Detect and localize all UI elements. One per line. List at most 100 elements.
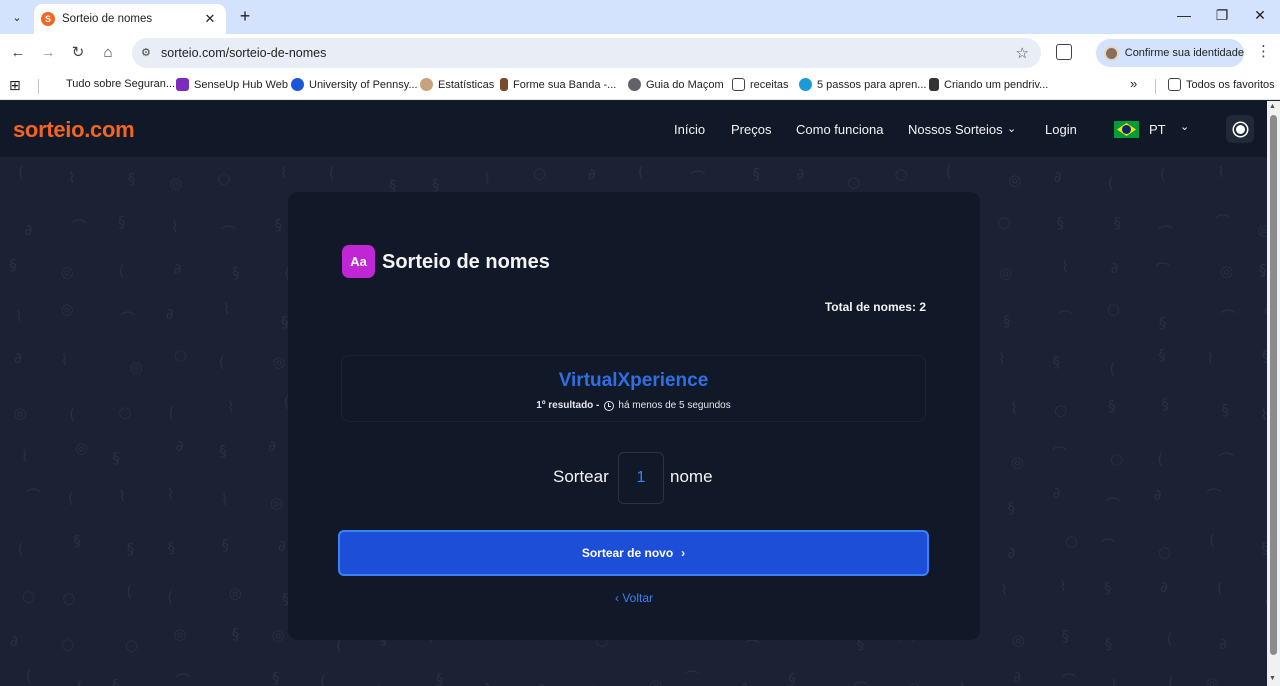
scroll-down-icon[interactable]: ▼	[1269, 675, 1276, 682]
pattern-glyph: §	[126, 539, 135, 558]
forward-icon[interactable]: →	[38, 43, 58, 63]
browser-menu-icon[interactable]: ⋮	[1256, 42, 1271, 60]
pattern-glyph: ⌇	[280, 163, 288, 182]
pattern-glyph: ○	[1064, 531, 1078, 550]
bookmark-item[interactable]: SenseUp Hub Web	[176, 78, 288, 91]
chevron-right-icon: ›	[681, 546, 686, 560]
scrollbar-thumb[interactable]	[1270, 115, 1277, 655]
site-logo[interactable]: sorteio.com	[13, 117, 135, 143]
scroll-up-icon[interactable]: ▲	[1269, 103, 1276, 110]
tab-search-button[interactable]: ⌄	[6, 6, 28, 28]
profile-button[interactable]: Confirme sua identidade	[1096, 39, 1244, 67]
folder-icon	[732, 78, 745, 91]
pattern-glyph: ∂	[220, 682, 228, 686]
page-scrollbar[interactable]: ▲ ▼	[1267, 101, 1280, 686]
pattern-glyph: §	[1113, 214, 1122, 233]
pattern-glyph: ∂	[588, 164, 596, 183]
bookmark-item[interactable]: Guia do Maçom	[628, 78, 724, 91]
address-bar[interactable]: ⚙ sorteio.com/sorteio-de-nomes ☆	[132, 38, 1041, 68]
maximize-icon[interactable]: ❐	[1212, 7, 1232, 24]
apps-icon[interactable]: ⊞	[9, 77, 21, 94]
pattern-glyph: (	[320, 672, 327, 686]
back-link[interactable]: ‹ Voltar	[288, 591, 980, 605]
pattern-glyph: ⌒	[175, 672, 191, 686]
pattern-glyph: (	[18, 162, 24, 181]
pattern-glyph: ⌒	[1219, 450, 1235, 469]
bookmark-item[interactable]: University of Pennsy...	[291, 78, 418, 91]
pattern-glyph: ⌒	[1206, 486, 1222, 505]
extensions-icon[interactable]	[1056, 44, 1072, 60]
nav-login[interactable]: Login	[1045, 122, 1077, 137]
pattern-glyph: ◎	[1257, 221, 1267, 240]
pattern-glyph: §	[112, 448, 120, 467]
site-favicon-icon: S	[41, 12, 55, 26]
chevron-down-icon[interactable]: ⌄	[1180, 120, 1189, 133]
bookmark-item[interactable]: receitas	[732, 78, 789, 91]
bookmark-item[interactable]: Tudo sobre Seguran...	[66, 78, 175, 90]
pattern-glyph: (	[218, 352, 225, 371]
pattern-glyph: ⌒	[1061, 672, 1077, 686]
pattern-glyph: ◎	[228, 583, 242, 602]
result-box: VirtualXperience 1º resultado - há menos…	[341, 355, 926, 422]
reload-icon[interactable]: ↻	[68, 43, 88, 63]
browser-toolbar: ← → ↻ ⌂ ⚙ sorteio.com/sorteio-de-nomes ☆…	[0, 34, 1280, 72]
pattern-glyph: ⌇	[60, 350, 69, 369]
pattern-glyph: §	[232, 263, 240, 282]
chevron-down-icon[interactable]: ⌄	[1007, 122, 1016, 135]
pattern-glyph: ○	[372, 681, 385, 686]
all-bookmarks-item[interactable]: Todos os favoritos	[1168, 78, 1275, 91]
pattern-glyph: ◎	[1010, 452, 1024, 471]
close-window-icon[interactable]: ✕	[1250, 7, 1270, 24]
new-tab-button[interactable]: +	[235, 6, 255, 26]
pattern-glyph: ⌇	[483, 169, 491, 188]
pattern-glyph: ⌒	[1215, 213, 1231, 232]
bookmark-item[interactable]: Criando um pendriv...	[929, 78, 1048, 91]
language-code[interactable]: PT	[1149, 122, 1166, 137]
minimize-icon[interactable]: —	[1174, 7, 1194, 23]
pattern-glyph: ⌇	[1061, 257, 1069, 276]
pattern-glyph: ◎	[1011, 630, 1025, 649]
bookmark-star-icon[interactable]: ☆	[1016, 44, 1029, 62]
brazil-flag-icon[interactable]	[1114, 121, 1139, 138]
pattern-glyph: ◎	[272, 353, 286, 372]
pendrive-icon	[929, 78, 939, 91]
more-bookmarks-icon[interactable]: »	[1130, 76, 1137, 91]
pattern-glyph: ⌇	[998, 350, 1006, 369]
pattern-glyph: ⌇	[21, 447, 29, 466]
close-tab-icon[interactable]: ✕	[202, 11, 218, 27]
redraw-button[interactable]: Sortear de novo ›	[338, 530, 929, 576]
pattern-glyph: ○	[118, 402, 132, 421]
pattern-glyph: ∂	[277, 537, 286, 556]
bookmark-item[interactable]: Forme sua Banda -...	[500, 78, 616, 91]
pattern-glyph: ◎	[999, 263, 1013, 282]
pattern-glyph: ◎	[1008, 171, 1022, 190]
pattern-glyph: ⌇	[1217, 163, 1225, 182]
active-tab[interactable]: S Sorteio de nomes ✕	[34, 4, 226, 34]
pattern-glyph: §	[221, 535, 230, 554]
pattern-glyph: §	[436, 670, 444, 686]
bookmarks-divider	[1155, 79, 1156, 94]
pattern-glyph: ○	[1054, 401, 1068, 420]
pattern-glyph: §	[788, 669, 796, 686]
nav-como-funciona[interactable]: Como funciona	[796, 122, 883, 137]
pattern-glyph: (	[25, 667, 32, 686]
site-info-icon[interactable]: ⚙	[141, 46, 151, 59]
pattern-glyph: ⌒	[1158, 223, 1174, 242]
pattern-glyph: ◎	[173, 624, 187, 643]
pattern-glyph: ◎	[1205, 673, 1219, 686]
bookmark-item[interactable]: Estatísticas	[420, 78, 494, 91]
tab-title: Sorteio de nomes	[62, 13, 153, 25]
nav-nossos-sorteios[interactable]: Nossos Sorteios	[908, 122, 1003, 137]
bookmark-item[interactable]: 5 passos para apren...	[799, 78, 926, 91]
pattern-glyph: (	[167, 588, 174, 607]
site-header: sorteio.com Início Preços Como funciona …	[0, 101, 1267, 157]
home-icon[interactable]: ⌂	[98, 43, 118, 63]
quantity-input[interactable]: 1	[618, 452, 664, 504]
pattern-glyph: ∂	[1153, 486, 1162, 505]
pattern-glyph: ⌒	[120, 309, 136, 328]
theme-toggle-button[interactable]	[1226, 115, 1254, 143]
nav-precos[interactable]: Preços	[731, 122, 771, 137]
pattern-glyph: ∂	[24, 220, 33, 239]
back-icon[interactable]: ←	[8, 43, 28, 63]
nav-inicio[interactable]: Início	[674, 122, 705, 137]
